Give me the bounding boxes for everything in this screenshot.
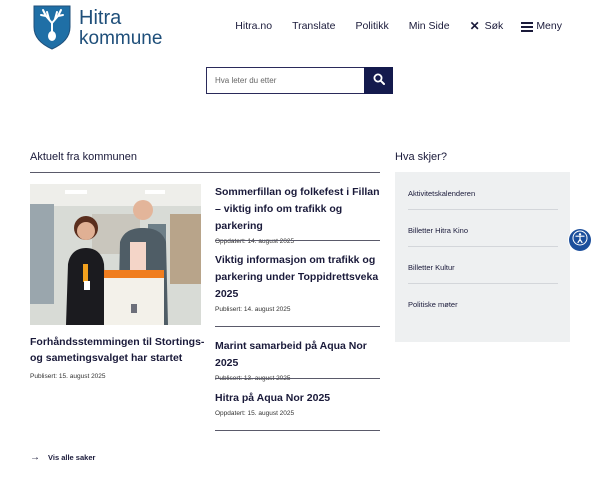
nav-hitra-no[interactable]: Hitra.no xyxy=(235,20,272,32)
news-item-title[interactable]: Viktig informasjon om trafikk og parkeri… xyxy=(215,252,380,303)
side-divider xyxy=(408,246,558,247)
arrow-right-icon: → xyxy=(30,452,40,463)
magnifier-icon xyxy=(373,73,385,88)
news-item[interactable]: Sommerfillan og folkefest i Fillan – vik… xyxy=(215,184,380,245)
logo-line-1: Hitra xyxy=(79,7,122,29)
events-heading: Hva skjer? xyxy=(395,151,447,163)
search-form xyxy=(206,67,393,94)
search-toggle-label: Søk xyxy=(484,20,504,32)
news-item-date: Oppdatert: 15. august 2025 xyxy=(215,410,295,417)
coat-of-arms-icon xyxy=(33,5,71,50)
news-divider xyxy=(215,326,380,327)
search-submit-button[interactable] xyxy=(364,67,393,94)
site-logo[interactable]: Hitra kommune xyxy=(33,5,162,50)
news-divider xyxy=(215,378,380,379)
menu-label: Meny xyxy=(536,20,562,32)
hamburger-icon xyxy=(521,21,534,32)
search-input[interactable] xyxy=(206,67,364,94)
news-divider xyxy=(215,430,380,431)
view-all-news-label: Vis alle saker xyxy=(48,453,96,462)
logo-line-2: kommune xyxy=(79,28,163,49)
accessibility-icon xyxy=(572,230,588,251)
accessibility-button[interactable] xyxy=(569,229,591,251)
side-link-politiske-moter[interactable]: Politiske møter xyxy=(408,300,458,309)
nav-translate[interactable]: Translate xyxy=(292,20,335,32)
side-link-billetter-hitra-kino[interactable]: Billetter Hitra Kino xyxy=(408,226,468,235)
news-heading: Aktuelt fra kommunen xyxy=(30,151,137,163)
feature-news-date: Publisert: 15. august 2025 xyxy=(30,373,106,380)
nav-politikk[interactable]: Politikk xyxy=(355,20,388,32)
news-divider xyxy=(215,240,380,241)
news-item-date: Publisert: 14. august 2025 xyxy=(215,306,291,313)
side-link-aktivitetskalenderen[interactable]: Aktivitetskalenderen xyxy=(408,189,475,198)
events-panel: Aktivitetskalenderen Billetter Hitra Kin… xyxy=(395,172,570,342)
feature-news-title[interactable]: Forhåndsstemmingen til Stortings- og sam… xyxy=(30,334,205,366)
news-item[interactable]: Marint samarbeid på Aqua Nor 2025 Publis… xyxy=(215,338,380,382)
news-item-title[interactable]: Marint samarbeid på Aqua Nor 2025 xyxy=(215,338,380,372)
view-all-news-link[interactable]: → Vis alle saker xyxy=(30,452,95,463)
news-item[interactable]: Hitra på Aqua Nor 2025 Oppdatert: 15. au… xyxy=(215,390,380,417)
logo-wordmark: Hitra kommune xyxy=(79,5,162,48)
news-item-title[interactable]: Sommerfillan og folkefest i Fillan – vik… xyxy=(215,184,380,235)
news-heading-divider xyxy=(30,172,380,173)
news-item[interactable]: Viktig informasjon om trafikk og parkeri… xyxy=(215,252,380,313)
feature-news-image[interactable] xyxy=(30,184,201,325)
side-divider xyxy=(408,283,558,284)
search-toggle-button[interactable]: ✕ Søk xyxy=(470,19,504,33)
side-link-billetter-kultur[interactable]: Billetter Kultur xyxy=(408,263,455,272)
top-navigation: Hitra.no Translate Politikk Min Side ✕ S… xyxy=(235,19,562,33)
close-icon: ✕ xyxy=(469,19,480,33)
menu-button[interactable]: Meny xyxy=(521,20,562,32)
side-divider xyxy=(408,209,558,210)
nav-min-side[interactable]: Min Side xyxy=(409,20,450,32)
news-item-title[interactable]: Hitra på Aqua Nor 2025 xyxy=(215,390,380,407)
